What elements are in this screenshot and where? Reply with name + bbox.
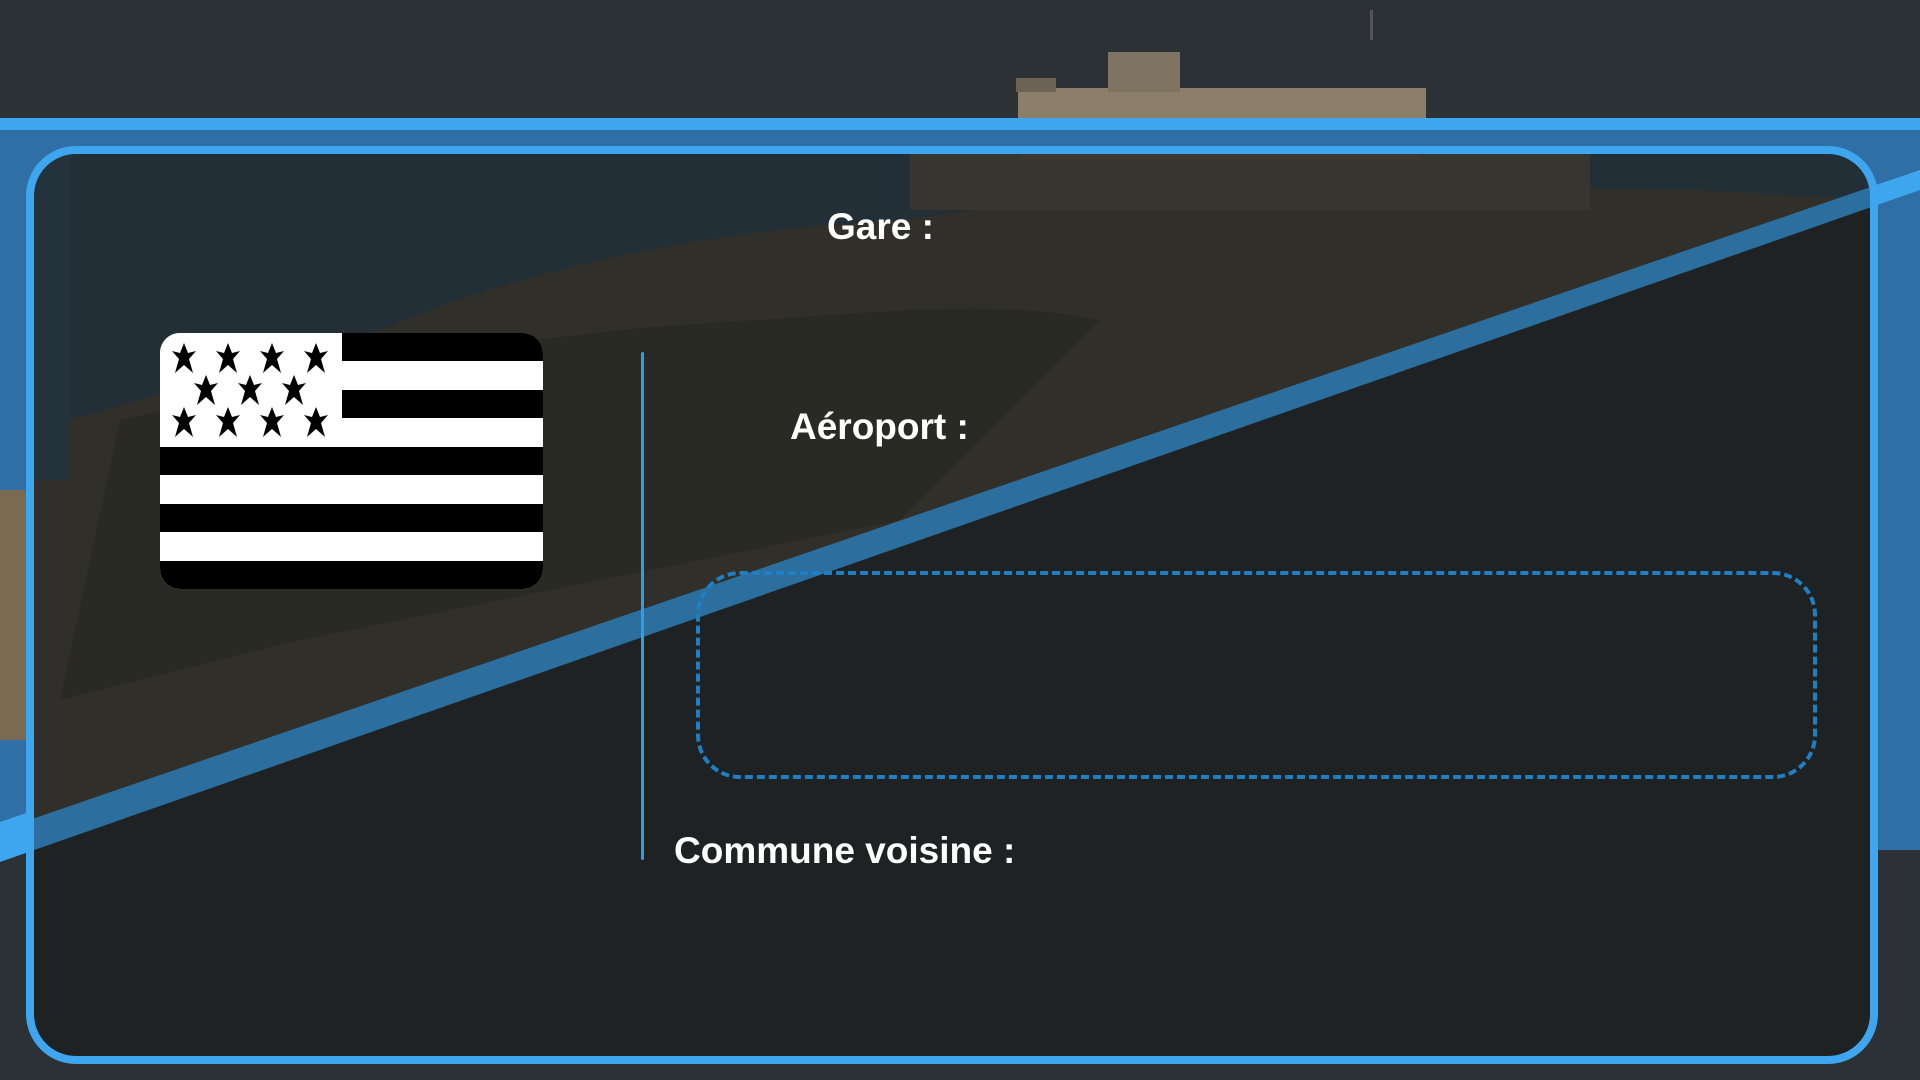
commune-voisine-label: Commune voisine : <box>674 830 1016 871</box>
gare-label: Gare : <box>827 206 934 247</box>
brittany-flag-icon <box>160 333 543 589</box>
dashed-info-box <box>696 571 1817 779</box>
vertical-divider <box>641 352 644 860</box>
aeroport-label: Aéroport : <box>790 406 969 447</box>
